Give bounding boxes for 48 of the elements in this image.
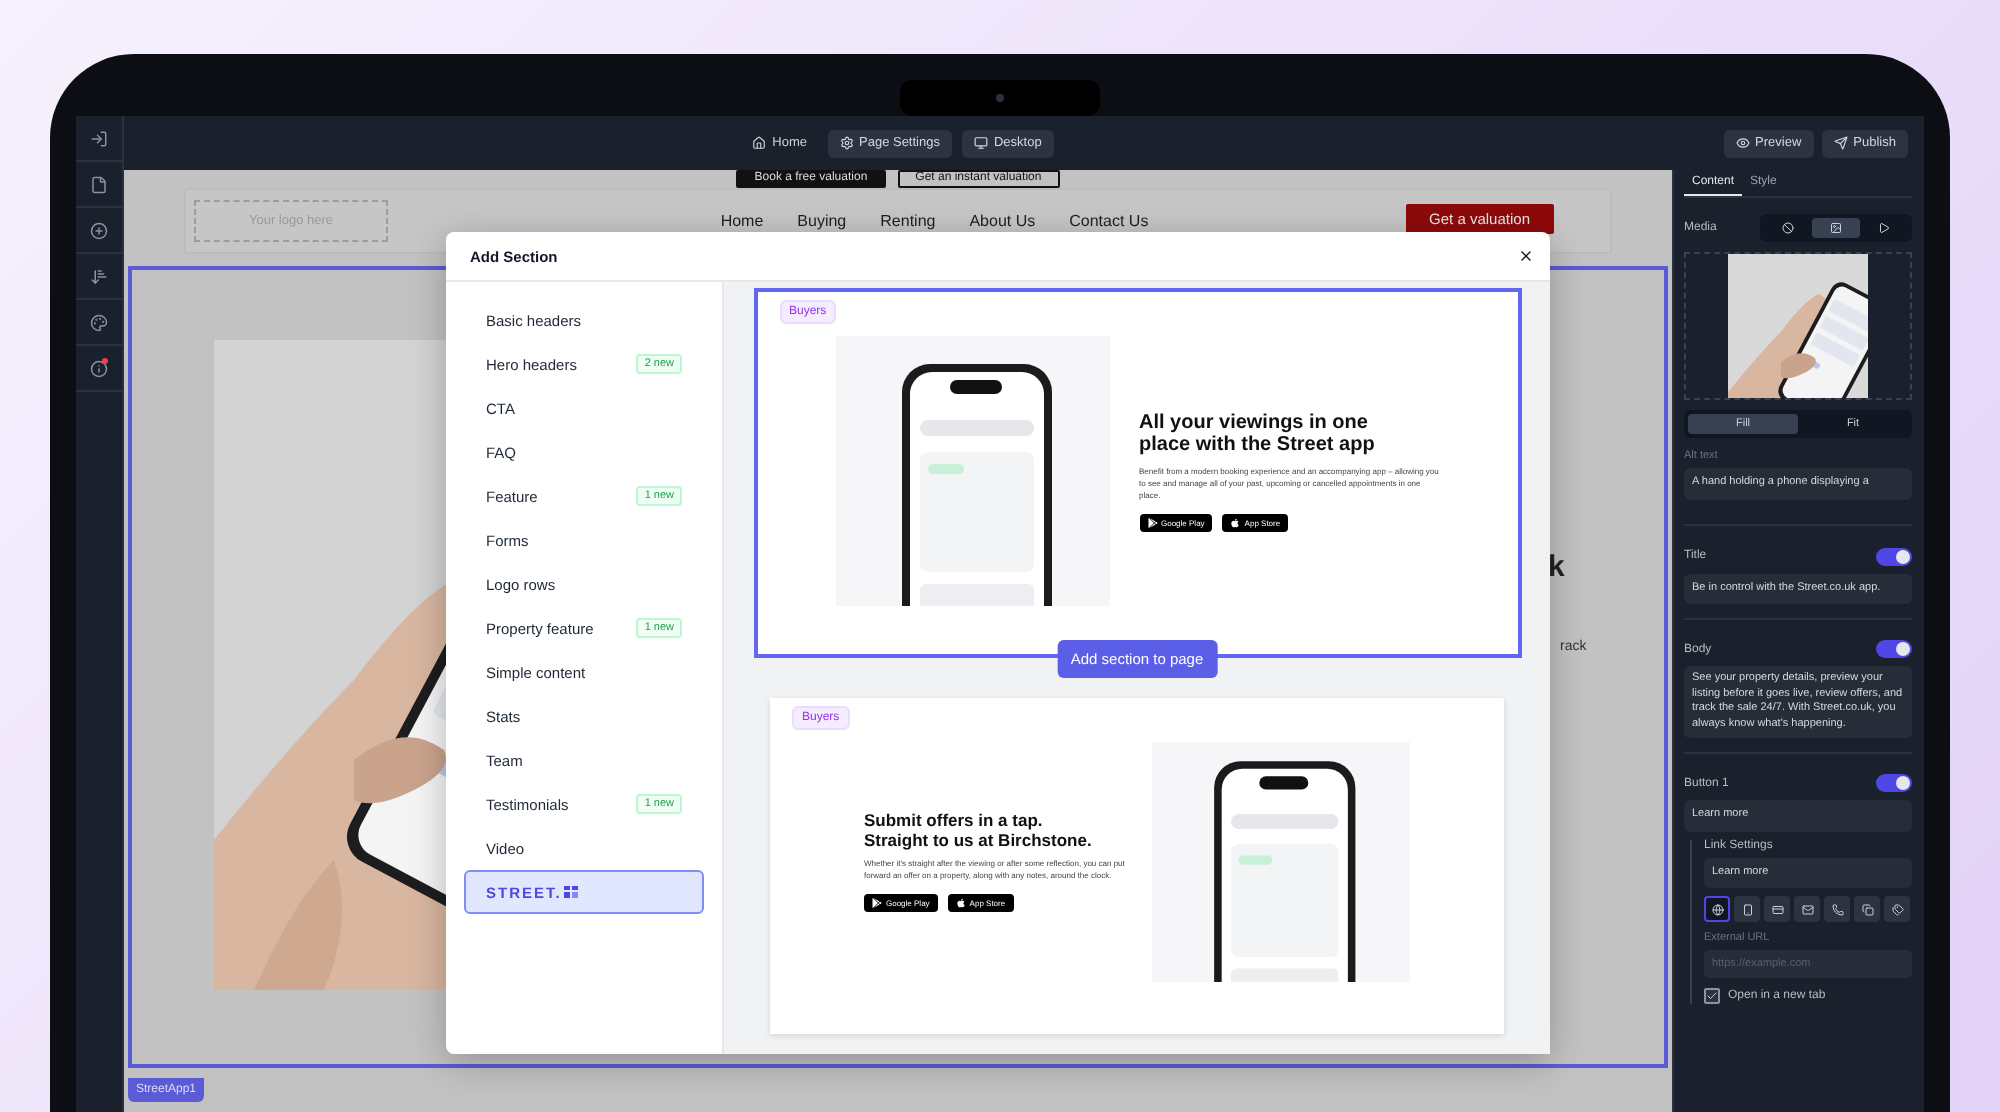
nav-link[interactable]: Buying (797, 212, 847, 230)
send-icon (1833, 136, 1848, 150)
section-heading: Submit offers in a tap. Straight to us at Birchstone. (864, 811, 1094, 851)
tag-icon (1891, 903, 1903, 916)
sign-in-icon[interactable] (90, 129, 108, 147)
link-type-button[interactable] (1704, 896, 1730, 923)
settings-icon (839, 136, 853, 150)
nav-link[interactable]: About Us (969, 212, 1036, 230)
phone-icon (1831, 903, 1843, 916)
sort-icon[interactable] (90, 267, 108, 285)
nav-link[interactable]: Home (720, 212, 764, 230)
apple-icon (1230, 517, 1241, 527)
mail-icon (1801, 903, 1813, 916)
link-type-button[interactable] (1794, 896, 1820, 923)
card-icon (1771, 903, 1783, 916)
link-type-button[interactable] (1884, 896, 1910, 923)
monitor-icon (973, 136, 988, 150)
logo-mark-icon (563, 886, 578, 898)
apple-icon (955, 898, 966, 909)
file-icon[interactable] (90, 175, 108, 193)
media-option[interactable] (1812, 218, 1860, 238)
play-store-icon (872, 898, 882, 909)
info-icon[interactable] (90, 359, 108, 377)
image-icon (1830, 222, 1842, 234)
checkbox[interactable] (1704, 988, 1720, 1005)
smartphone-icon (1741, 903, 1753, 916)
toggle-switch[interactable] (1876, 640, 1912, 659)
none-icon (1782, 222, 1794, 234)
link-type-button[interactable] (1734, 896, 1760, 923)
close-button[interactable] (1518, 248, 1534, 264)
nav-link[interactable]: Renting (880, 212, 936, 230)
plus-circle-icon[interactable] (90, 221, 108, 239)
eye-icon (1735, 136, 1750, 150)
link-type-button[interactable] (1824, 896, 1850, 923)
globe-icon (1711, 903, 1723, 916)
toggle-switch[interactable] (1876, 774, 1912, 793)
link-type-button[interactable] (1764, 896, 1790, 923)
copy-icon (1861, 903, 1873, 916)
section-template-card[interactable] (770, 698, 1504, 1034)
play-store-icon (1147, 517, 1157, 527)
home-icon (752, 136, 767, 150)
link-type-button[interactable] (1854, 896, 1880, 923)
section-heading: k (1548, 550, 1565, 584)
nav-link[interactable]: Contact Us (1069, 212, 1149, 230)
toggle-switch[interactable] (1876, 547, 1912, 566)
play-icon (1878, 222, 1890, 234)
section-heading: All your viewings in one place with the Street app (1139, 411, 1377, 457)
palette-icon[interactable] (90, 313, 108, 331)
